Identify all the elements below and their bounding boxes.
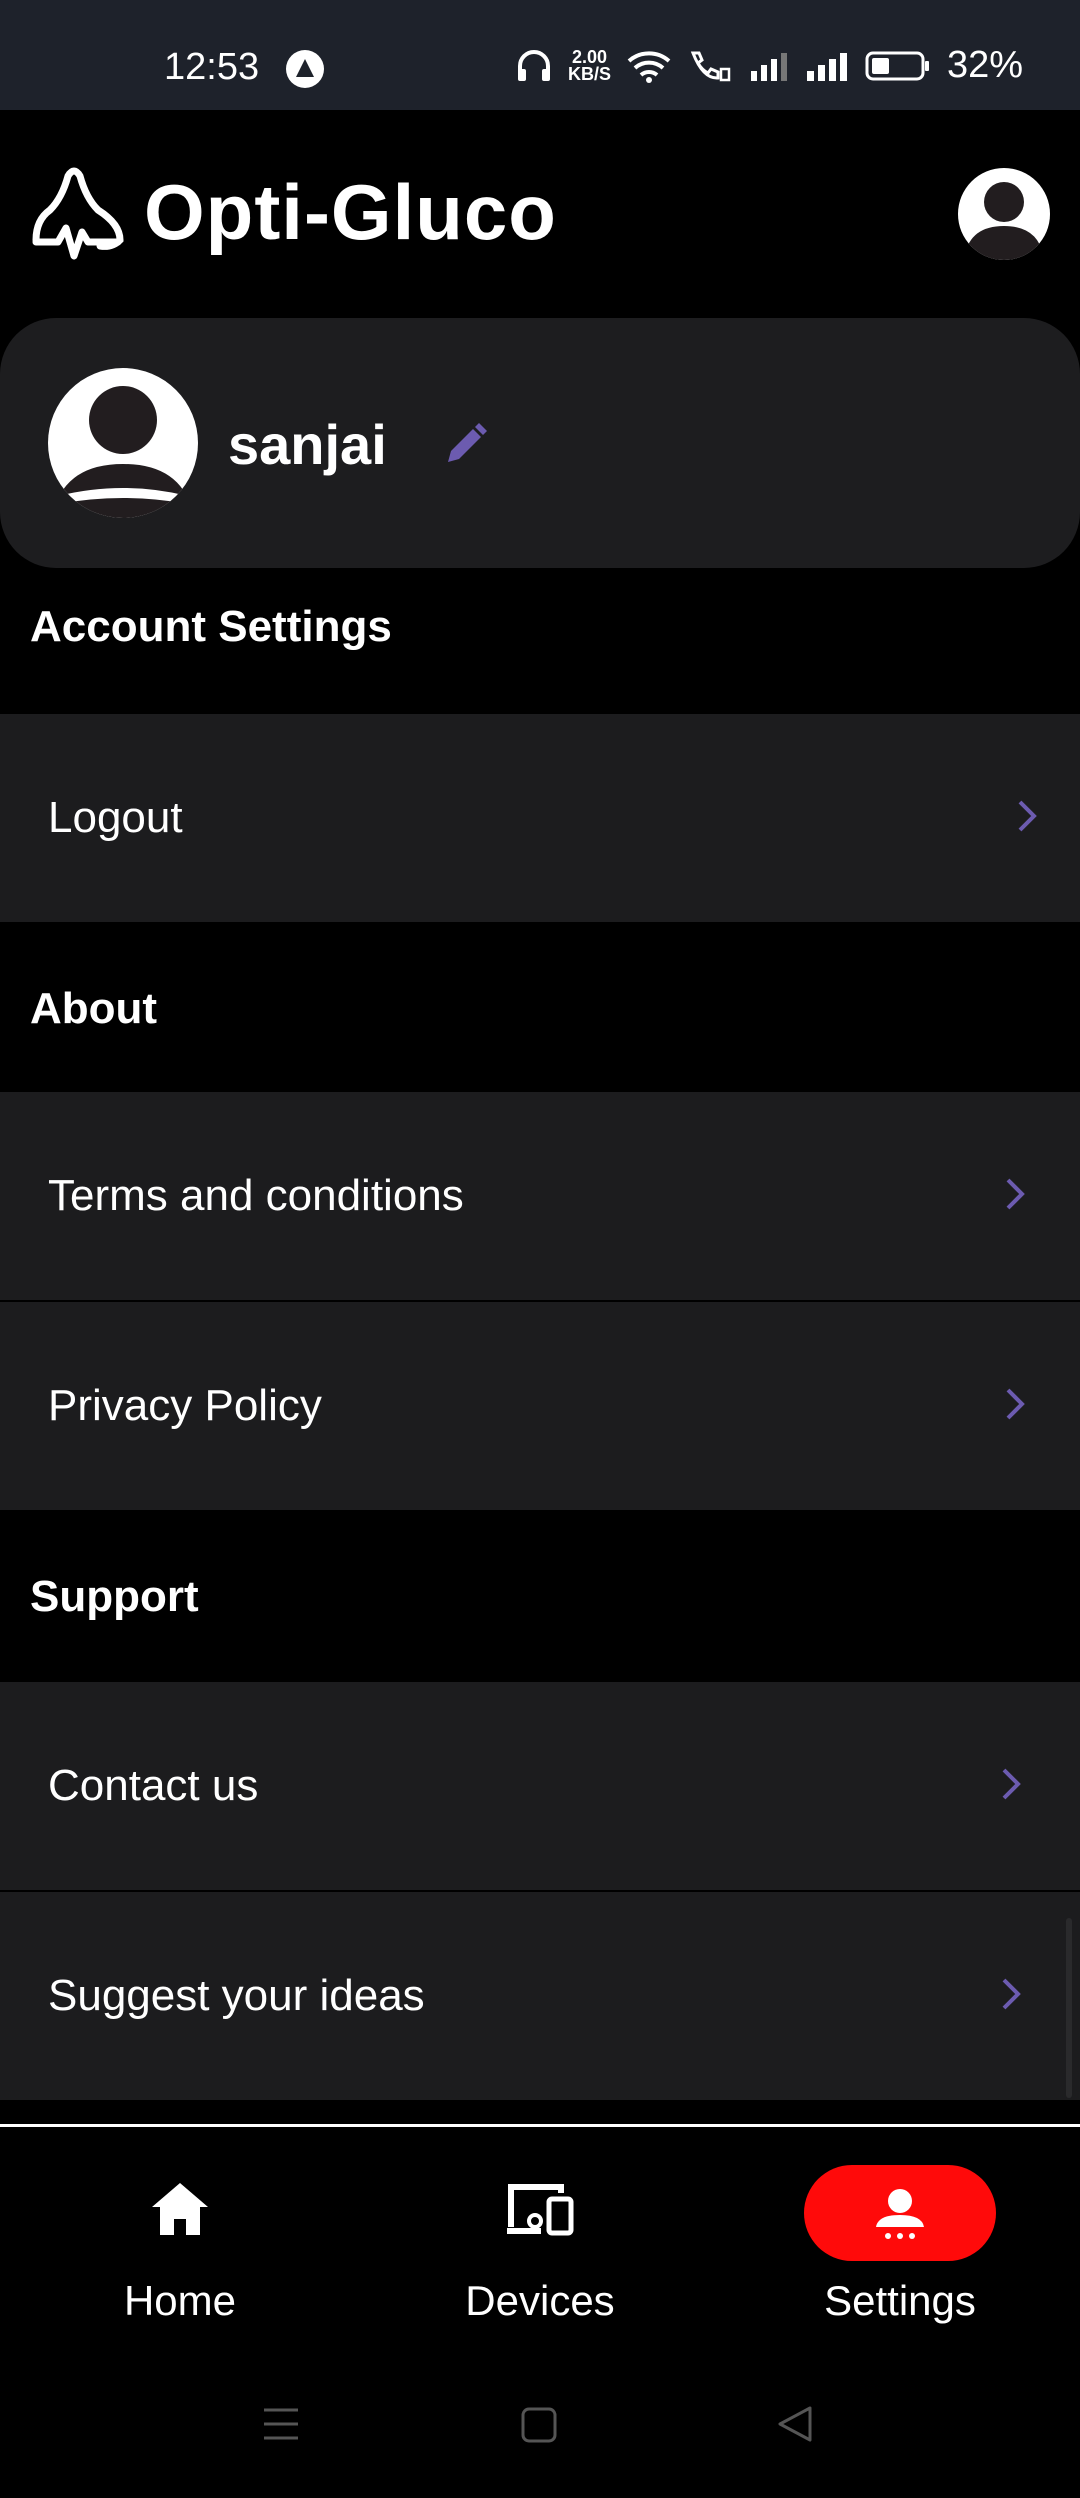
- nav-home[interactable]: Home: [30, 2127, 330, 2357]
- scrollbar[interactable]: [1066, 1918, 1072, 2098]
- home-icon: [152, 2183, 208, 2235]
- wifi-icon: [627, 50, 671, 83]
- user-avatar-icon: [964, 182, 1044, 260]
- status-bar: 12:53 2.00 KB/S 32%: [0, 0, 1080, 110]
- chevron-right-icon: [1006, 1388, 1025, 1420]
- app-name: Opti-Gluco: [144, 167, 557, 256]
- nav-devices-label: Devices: [465, 2277, 615, 2324]
- net-speed: 2.00 KB/S: [568, 46, 612, 84]
- app-logo: Opti-Gluco: [28, 162, 557, 262]
- section-title-about: About: [30, 984, 158, 1033]
- signal-sim2-icon: [807, 52, 848, 81]
- chevron-right-icon: [1002, 1768, 1021, 1800]
- back-icon[interactable]: [776, 2404, 816, 2444]
- profile-name: sanjai: [228, 413, 387, 476]
- contact-row[interactable]: Contact us: [0, 1682, 1080, 1890]
- pulse-logo-icon: [32, 167, 124, 260]
- profile-avatar[interactable]: [48, 368, 198, 518]
- net-speed-unit: KB/S: [568, 63, 612, 84]
- nav-home-label: Home: [123, 2277, 237, 2324]
- app-header: Opti-Gluco: [0, 110, 1080, 310]
- suggest-row[interactable]: Suggest your ideas: [0, 1892, 1080, 2100]
- chevron-right-icon: [1002, 1978, 1021, 2010]
- home-square-icon[interactable]: [520, 2406, 558, 2444]
- privacy-row[interactable]: Privacy Policy: [0, 1302, 1080, 1510]
- headphones-icon: [518, 49, 550, 81]
- section-title-support: Support: [30, 1572, 199, 1621]
- logout-row[interactable]: Logout: [0, 714, 1080, 922]
- terms-row[interactable]: Terms and conditions: [0, 1092, 1080, 1300]
- battery-percent: 32%: [947, 44, 1024, 86]
- wifi-call-icon: [690, 51, 731, 81]
- nav-settings[interactable]: Settings: [750, 2127, 1050, 2357]
- profile-card: sanjai: [0, 318, 1080, 568]
- bottom-nav: Home Devices Settings: [0, 2124, 1080, 2357]
- net-speed-value: 2.00: [571, 46, 608, 67]
- devices-icon: [507, 2184, 574, 2236]
- account-settings-icon: [876, 2189, 924, 2239]
- header-avatar-button[interactable]: [958, 168, 1050, 260]
- chevron-right-icon: [1018, 800, 1037, 832]
- battery-icon: [865, 51, 930, 80]
- user-avatar-icon: [52, 386, 194, 518]
- privacy-label: Privacy Policy: [48, 1381, 322, 1430]
- notification-app-icon: [286, 50, 324, 88]
- system-nav-bar: [0, 2354, 1080, 2498]
- terms-label: Terms and conditions: [48, 1171, 464, 1220]
- chevron-right-icon: [1006, 1178, 1025, 1210]
- logout-label: Logout: [48, 793, 183, 842]
- nav-settings-label: Settings: [824, 2277, 976, 2324]
- pencil-icon[interactable]: [442, 420, 490, 468]
- section-title-account: Account Settings: [30, 602, 392, 651]
- signal-sim1-icon: [751, 52, 788, 81]
- contact-label: Contact us: [48, 1761, 259, 1810]
- menu-icon[interactable]: [262, 2406, 300, 2442]
- status-time: 12:53: [164, 46, 260, 88]
- suggest-label: Suggest your ideas: [48, 1971, 425, 2020]
- status-icons: 2.00 KB/S 32%: [516, 44, 1023, 87]
- nav-devices[interactable]: Devices: [390, 2127, 690, 2357]
